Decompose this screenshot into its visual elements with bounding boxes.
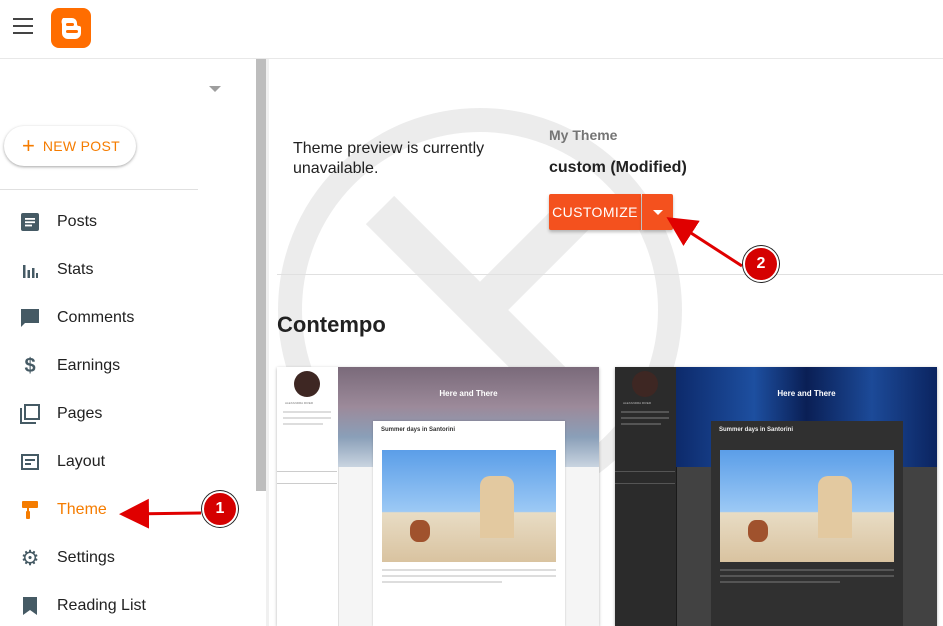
arrow-to-customize-dropdown (666, 217, 743, 268)
arrow-to-theme (119, 498, 202, 529)
annotation-arrows (119, 217, 743, 529)
annotation-badge-1: 1 (202, 491, 238, 527)
annotation-badge-2: 2 (743, 246, 779, 282)
